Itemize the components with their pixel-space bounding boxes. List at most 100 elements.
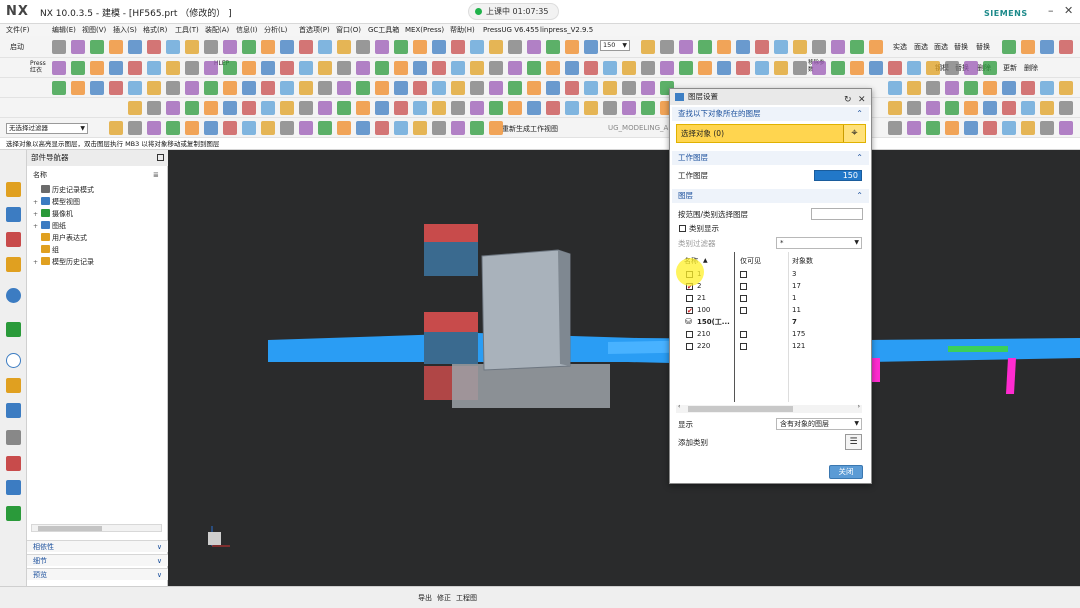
toolbar-tool-icon[interactable] xyxy=(527,40,541,54)
toolbar-tool-icon[interactable] xyxy=(869,40,883,54)
toolbar-tool-icon[interactable] xyxy=(451,40,465,54)
toolbar-tool-icon[interactable] xyxy=(945,101,959,115)
toolbar-tool-icon[interactable] xyxy=(926,81,940,95)
toolbar-tool-icon[interactable] xyxy=(584,101,598,115)
menu-window[interactable]: 窗口(O) xyxy=(336,24,361,36)
toolbar-tool-icon[interactable] xyxy=(489,101,503,115)
tree-node[interactable]: + 模型历史记录 xyxy=(33,256,94,268)
toolbar-tool-icon[interactable] xyxy=(166,101,180,115)
toolbar-tool-icon[interactable] xyxy=(907,81,921,95)
toolbar-tool-icon[interactable] xyxy=(831,61,845,75)
toolbar-tool-icon[interactable] xyxy=(812,61,826,75)
toolbar-tool-icon[interactable] xyxy=(204,61,218,75)
category-display-checkbox[interactable] xyxy=(679,225,686,232)
toolbar-tool-icon[interactable] xyxy=(299,61,313,75)
toolbar-tool-icon[interactable] xyxy=(318,121,332,135)
toolbar-tool-icon[interactable] xyxy=(527,81,541,95)
dialog-close-button[interactable]: 关闭 xyxy=(829,465,863,479)
toolbar-tool-icon[interactable] xyxy=(280,101,294,115)
toolbar-tool-icon[interactable] xyxy=(641,81,655,95)
layer-row[interactable]: 100 11 xyxy=(676,304,862,317)
toolbar-tool-icon[interactable] xyxy=(888,121,902,135)
toolbar-tool-icon[interactable] xyxy=(280,121,294,135)
menu-linpress[interactable]: linpress_V2.9.5 xyxy=(540,24,593,36)
toolbar-tool-icon[interactable] xyxy=(394,81,408,95)
layer-select[interactable]: 150 ▼ xyxy=(600,40,630,51)
toolbar-tool-icon[interactable] xyxy=(299,81,313,95)
menu-gc-toolbox[interactable]: GC工具箱 xyxy=(368,24,399,36)
toolbar-tool-icon[interactable] xyxy=(90,81,104,95)
crosshair-select-icon[interactable]: ⌖ xyxy=(843,125,865,142)
add-category-button[interactable]: ☰ xyxy=(845,434,862,450)
visible-only-checkbox[interactable] xyxy=(740,331,747,338)
toolbar-tool-icon[interactable] xyxy=(337,121,351,135)
reuse-library-icon[interactable] xyxy=(6,257,21,272)
toolbar-tool-icon[interactable] xyxy=(280,61,294,75)
toolbar-tool-icon[interactable] xyxy=(527,101,541,115)
toolbar-tool-icon[interactable] xyxy=(109,61,123,75)
minimize-icon[interactable]: – xyxy=(1048,4,1054,17)
layer-row[interactable]: ⛁ 150(工... 7 xyxy=(676,316,862,328)
toolbar-tool-icon[interactable] xyxy=(736,40,750,54)
layer-row[interactable]: 217 xyxy=(676,280,862,293)
toolbar-tool-icon[interactable] xyxy=(147,40,161,54)
toolbar-tool-icon[interactable] xyxy=(318,101,332,115)
navigator-hscroll-thumb[interactable] xyxy=(38,526,102,531)
toolbar-tool-icon[interactable] xyxy=(242,81,256,95)
toolbar-tool-icon[interactable] xyxy=(565,40,579,54)
toolbar-tool-icon[interactable] xyxy=(565,81,579,95)
toolbar-tool-icon[interactable] xyxy=(546,81,560,95)
section-work-layer[interactable]: 工作图层 ⌃ xyxy=(672,151,869,165)
layer-visible-checkbox[interactable] xyxy=(686,343,693,350)
toolbar-tool-icon[interactable] xyxy=(1021,40,1035,54)
toolbar-tool-icon[interactable] xyxy=(470,61,484,75)
column-menu-icon[interactable]: ≣ xyxy=(153,169,159,181)
toolbar-tool-icon[interactable] xyxy=(337,81,351,95)
navigator-column-header[interactable]: 名称 ≣ xyxy=(27,169,168,181)
tree-node[interactable]: + 摄像机 xyxy=(33,208,73,220)
toolbar-tool-icon[interactable] xyxy=(565,61,579,75)
toolbar-tool-icon[interactable] xyxy=(1021,101,1035,115)
part-navigator-icon[interactable] xyxy=(6,182,21,197)
toolbar-tool-icon[interactable] xyxy=(1002,101,1016,115)
start-button[interactable]: 启动 xyxy=(10,42,24,52)
toolbar-tool-icon[interactable] xyxy=(204,101,218,115)
toolbar-tool-icon[interactable] xyxy=(793,40,807,54)
layer-table-scroll-thumb[interactable] xyxy=(688,406,793,412)
reset-icon[interactable]: ↻ xyxy=(844,92,852,108)
toolbar-tool-icon[interactable] xyxy=(698,61,712,75)
toolbar-tool-icon[interactable] xyxy=(508,40,522,54)
toolbar-tool-icon[interactable] xyxy=(318,81,332,95)
toolbar-tool-icon[interactable] xyxy=(204,40,218,54)
toolbar-tool-icon[interactable] xyxy=(90,61,104,75)
toolbar-tool-icon[interactable] xyxy=(945,81,959,95)
toolbar-tool-icon[interactable] xyxy=(679,61,693,75)
toolbar-tool-icon[interactable] xyxy=(907,101,921,115)
toolbar-tool-icon[interactable] xyxy=(983,81,997,95)
toolbar-tool-icon[interactable] xyxy=(736,61,750,75)
layer-visible-checkbox[interactable] xyxy=(686,295,693,302)
toolbar-tool-icon[interactable] xyxy=(641,61,655,75)
toolbar-tool-icon[interactable] xyxy=(793,61,807,75)
toolbar-tool-icon[interactable] xyxy=(261,101,275,115)
toolbar-tool-icon[interactable] xyxy=(489,40,503,54)
toolbar-tool-icon[interactable] xyxy=(185,101,199,115)
toolbar-tool-icon[interactable] xyxy=(622,101,636,115)
maximize-icon[interactable] xyxy=(157,154,164,161)
dialog-close-icon[interactable]: ✕ xyxy=(858,92,866,108)
toolbar-tool-icon[interactable] xyxy=(147,81,161,95)
toolbar-tool-icon[interactable] xyxy=(508,61,522,75)
toolbar-tool-icon[interactable] xyxy=(223,101,237,115)
menu-analysis[interactable]: 分析(L) xyxy=(264,24,287,36)
panel-preview[interactable]: 预览 ∨ xyxy=(27,568,168,580)
panel-details[interactable]: 细节 ∨ xyxy=(27,554,168,566)
toolbar-tool-icon[interactable] xyxy=(470,40,484,54)
layer-table-scrollbar[interactable]: ‹ › xyxy=(676,403,862,413)
toolbar-tool-icon[interactable] xyxy=(717,40,731,54)
navigator-hscroll[interactable] xyxy=(31,524,162,532)
range-select-input[interactable] xyxy=(811,208,863,220)
toolbar-tool-icon[interactable] xyxy=(166,81,180,95)
bottom-export-button[interactable]: 导出 xyxy=(418,593,432,603)
toolbar-tool-icon[interactable] xyxy=(565,101,579,115)
toolbar-tool-icon[interactable] xyxy=(71,40,85,54)
